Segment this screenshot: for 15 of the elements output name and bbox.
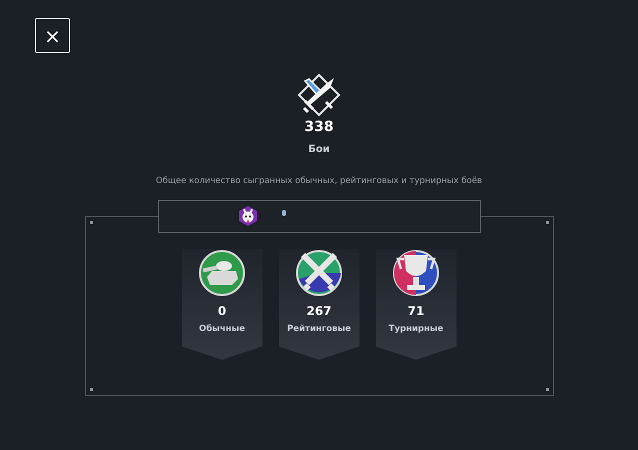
mode-label: Рейтинговые [287, 322, 351, 336]
crossed-swords-icon [296, 72, 342, 118]
avatar-icon [238, 205, 258, 228]
crossed-swords-icon [295, 248, 343, 297]
mode-label: Турнирные [388, 322, 444, 336]
mode-count: 0 [218, 304, 226, 317]
battles-description: Общее количество сыгранных обычных, рейтинговых и турнирных боёв [156, 175, 482, 188]
tank-icon [198, 248, 246, 297]
mode-label: Обычные [198, 322, 245, 336]
mode-count: 267 [306, 304, 332, 317]
battles-label: Бои [308, 143, 330, 157]
close-button[interactable]: × [35, 18, 70, 53]
mode-count: 71 [408, 304, 424, 317]
total-battles-count: 338 [304, 120, 334, 134]
trophy-icon [392, 248, 440, 297]
